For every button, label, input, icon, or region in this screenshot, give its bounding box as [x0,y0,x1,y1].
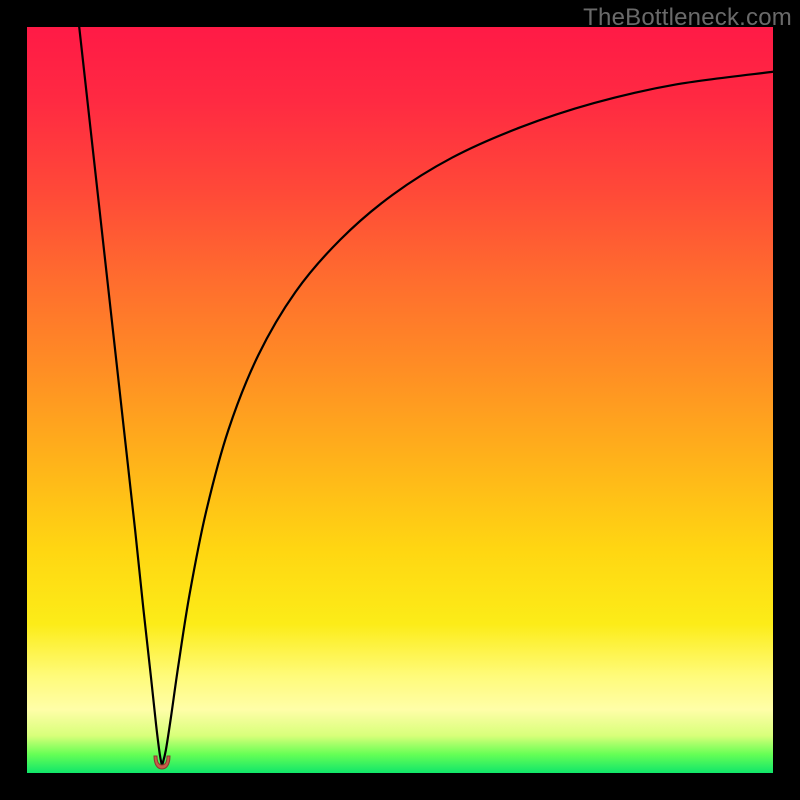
chart-frame: TheBottleneck.com [0,0,800,800]
watermark-label: TheBottleneck.com [583,4,792,32]
plot-area [27,27,773,773]
curve-left-branch [79,27,162,766]
curve-right-branch [162,72,773,766]
bottleneck-curve [27,27,773,773]
minimum-marker-icon [151,754,173,772]
